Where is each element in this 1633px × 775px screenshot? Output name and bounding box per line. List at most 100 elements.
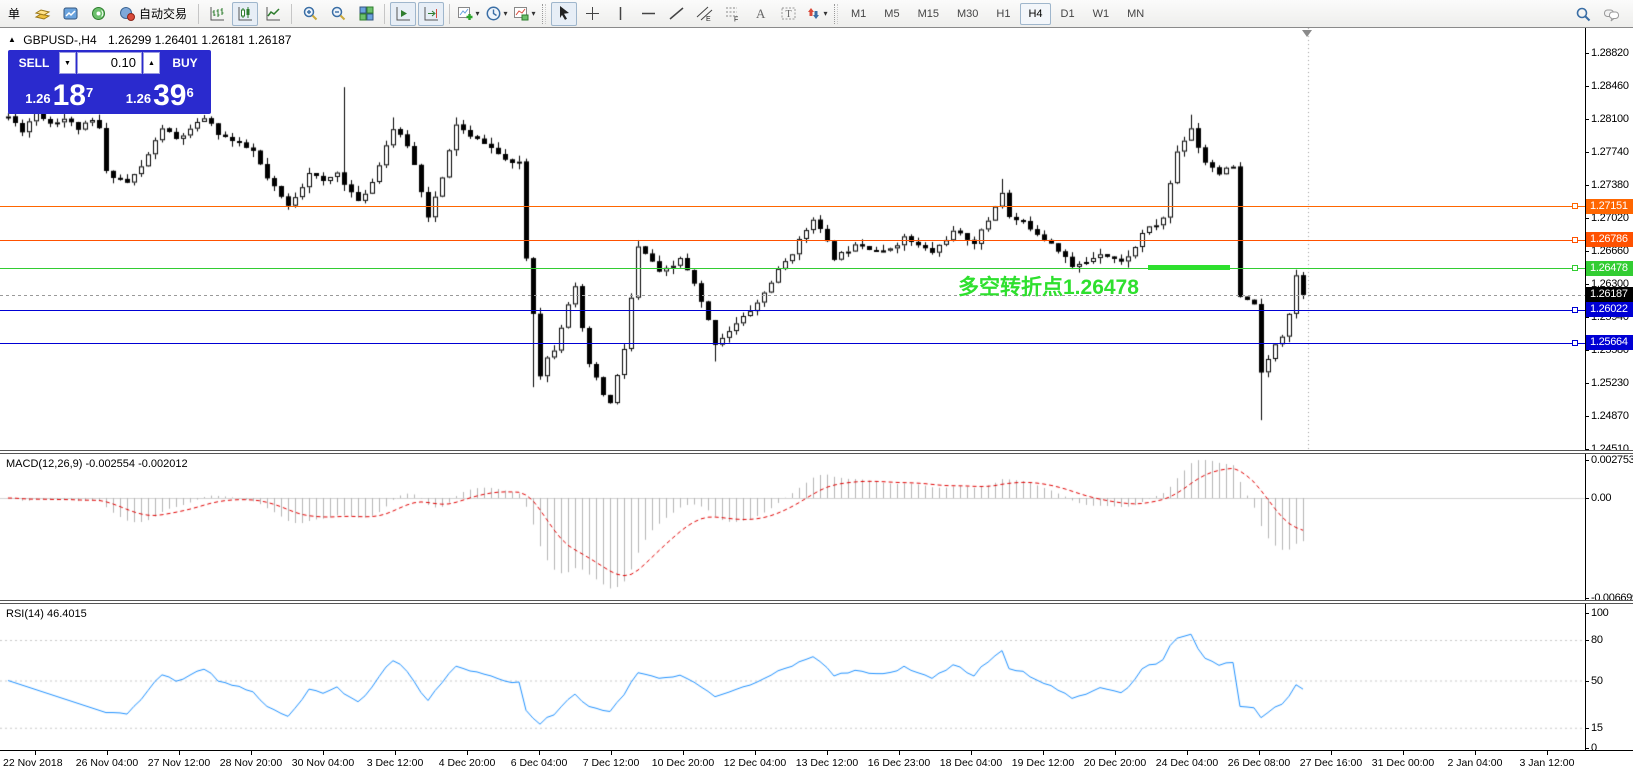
- time-axis-tick: [395, 751, 396, 755]
- autotrading-button[interactable]: 自动交易: [113, 2, 193, 26]
- fibonacci-button[interactable]: F: [719, 2, 745, 26]
- time-axis-label: 3 Jan 12:00: [1520, 757, 1575, 769]
- horizontal-line-button[interactable]: [635, 2, 661, 26]
- equidistant-channel-button[interactable]: E: [691, 2, 717, 26]
- horizontal-level-line[interactable]: [0, 206, 1585, 207]
- price-axis-tick: [1585, 86, 1589, 87]
- chat-button[interactable]: [1598, 2, 1624, 26]
- buy-button[interactable]: BUY: [161, 52, 209, 74]
- macd-axis-label: 0.00: [1591, 492, 1611, 504]
- trendline-icon: [668, 5, 685, 22]
- level-line-handle[interactable]: [1572, 237, 1578, 243]
- horizontal-level-line[interactable]: [0, 310, 1585, 311]
- one-click-trading-panel: SELL ▼ 0.10 ▲ BUY 1.26 18 7 1.26 39 6: [8, 50, 211, 114]
- timeframe-h1[interactable]: H1: [988, 3, 1018, 25]
- timeframe-d1[interactable]: D1: [1053, 3, 1083, 25]
- zoom-out-button[interactable]: [325, 2, 351, 26]
- timeframe-m30[interactable]: M30: [949, 3, 986, 25]
- rsi-axis-tick: [1585, 748, 1589, 749]
- time-axis-label: 19 Dec 12:00: [1012, 757, 1074, 769]
- level-line-handle[interactable]: [1572, 203, 1578, 209]
- toolbar-group-scroll: [389, 2, 445, 26]
- time-axis-label: 30 Nov 04:00: [292, 757, 354, 769]
- timeframe-mn[interactable]: MN: [1119, 3, 1152, 25]
- cursor-button[interactable]: [551, 2, 577, 26]
- price-axis-label: 1.28460: [1591, 80, 1633, 92]
- text-label-button[interactable]: T: [775, 2, 801, 26]
- rsi-canvas[interactable]: [0, 604, 1585, 750]
- chart-shift-marker[interactable]: [1302, 30, 1312, 37]
- tile-windows-icon: [358, 5, 375, 22]
- chat-icon: [1603, 6, 1620, 23]
- sell-price-big: 18: [53, 82, 86, 110]
- time-axis-tick: [1115, 751, 1116, 755]
- bar-chart-button[interactable]: [204, 2, 230, 26]
- chart-window: ▲ GBPUSD-,H4 1.26299 1.26401 1.26181 1.2…: [0, 28, 1633, 775]
- timeframe-w1[interactable]: W1: [1085, 3, 1118, 25]
- collapse-icon[interactable]: ▲: [8, 35, 16, 44]
- new-order-button[interactable]: 单: [1, 2, 27, 26]
- highlight-segment[interactable]: [1148, 265, 1230, 270]
- time-axis-tick: [35, 751, 36, 755]
- templates-button[interactable]: ▾: [511, 2, 537, 26]
- macd-axis-tick: [1585, 598, 1589, 599]
- timeframe-m5[interactable]: M5: [876, 3, 907, 25]
- time-axis[interactable]: 22 Nov 201826 Nov 04:0027 Nov 12:0028 No…: [0, 750, 1633, 775]
- arrows-button[interactable]: ▾: [803, 2, 829, 26]
- text-button[interactable]: A: [747, 2, 773, 26]
- candlestick-button[interactable]: [232, 2, 258, 26]
- trendline-button[interactable]: [663, 2, 689, 26]
- buy-price[interactable]: 1.26 39 6: [111, 76, 210, 112]
- price-axis-tick: [1585, 185, 1589, 186]
- profiles-button[interactable]: [29, 2, 55, 26]
- level-line-handle[interactable]: [1572, 265, 1578, 271]
- level-line-handle[interactable]: [1572, 307, 1578, 313]
- search-button[interactable]: [1570, 2, 1596, 26]
- time-axis-label: 16 Dec 23:00: [868, 757, 930, 769]
- level-line-handle[interactable]: [1572, 340, 1578, 346]
- time-axis-tick: [251, 751, 252, 755]
- volume-decrease-button[interactable]: ▼: [59, 52, 76, 74]
- panel-splitter[interactable]: [0, 450, 1633, 454]
- volume-increase-button[interactable]: ▲: [143, 52, 160, 74]
- indicators-button[interactable]: ▾: [455, 2, 481, 26]
- line-chart-button[interactable]: [260, 2, 286, 26]
- panel-splitter[interactable]: [0, 600, 1633, 604]
- sell-button[interactable]: SELL: [10, 52, 58, 74]
- time-axis-tick: [107, 751, 108, 755]
- level-price-box: 1.26478: [1586, 261, 1633, 276]
- chart-header: ▲ GBPUSD-,H4 1.26299 1.26401 1.26181 1.2…: [8, 33, 291, 47]
- auto-scroll-button[interactable]: [390, 2, 416, 26]
- horizontal-level-line[interactable]: [0, 268, 1585, 269]
- dropdown-caret-icon: ▾: [504, 9, 508, 18]
- macd-axis-label: 0.002753: [1591, 454, 1633, 466]
- text-icon: A: [752, 5, 769, 22]
- bar-chart-icon: [209, 5, 226, 22]
- time-axis-label: 7 Dec 12:00: [583, 757, 640, 769]
- zoom-in-button[interactable]: [297, 2, 323, 26]
- rsi-label: RSI(14) 46.4015: [6, 608, 87, 620]
- macd-canvas[interactable]: [0, 454, 1585, 600]
- timeframe-m15[interactable]: M15: [910, 3, 947, 25]
- terminal-button[interactable]: [57, 2, 83, 26]
- periods-button[interactable]: ▾: [483, 2, 509, 26]
- crosshair-button[interactable]: [579, 2, 605, 26]
- sell-price[interactable]: 1.26 18 7: [10, 76, 109, 112]
- price-axis-label: 1.24870: [1591, 410, 1633, 422]
- chart-title: GBPUSD-,H4: [23, 33, 96, 47]
- time-axis-tick: [755, 751, 756, 755]
- timeframe-h4[interactable]: H4: [1020, 3, 1050, 25]
- timeframe-m1[interactable]: M1: [843, 3, 874, 25]
- time-axis-tick: [683, 751, 684, 755]
- time-axis-tick: [1475, 751, 1476, 755]
- price-axis-label: 1.27740: [1591, 146, 1633, 158]
- signals-button[interactable]: [85, 2, 111, 26]
- chart-shift-button[interactable]: [418, 2, 444, 26]
- tile-windows-button[interactable]: [353, 2, 379, 26]
- vertical-line-button[interactable]: [607, 2, 633, 26]
- volume-input[interactable]: 0.10: [77, 52, 142, 74]
- horizontal-level-line[interactable]: [0, 343, 1585, 344]
- auto-scroll-icon: [395, 5, 412, 22]
- horizontal-level-line[interactable]: [0, 240, 1585, 241]
- chart-shift-icon: [423, 5, 440, 22]
